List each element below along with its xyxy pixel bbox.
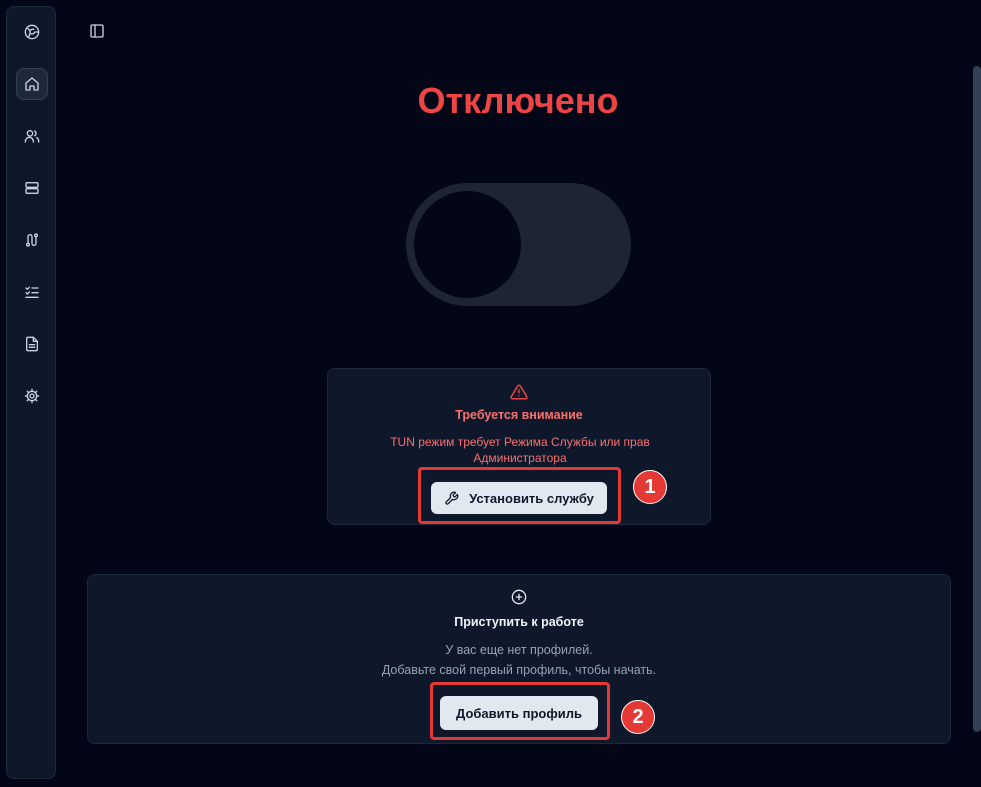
toggle-sidebar-button[interactable] xyxy=(86,20,108,42)
sidebar-item-users[interactable] xyxy=(16,120,48,152)
server-icon xyxy=(25,182,39,194)
highlight-box-2 xyxy=(430,682,610,740)
panel-left-icon xyxy=(90,24,104,38)
scrollbar[interactable] xyxy=(973,66,981,732)
sidebar-item-settings[interactable] xyxy=(16,380,48,412)
plus-circle-icon xyxy=(511,589,527,605)
connection-toggle[interactable] xyxy=(406,183,631,306)
highlight-box-1 xyxy=(418,467,621,524)
sidebar-item-routes[interactable] xyxy=(16,224,48,256)
attention-description: TUN режим требует Режима Службы или прав… xyxy=(390,435,650,465)
step-badge-1: 1 xyxy=(633,470,667,504)
sidebar xyxy=(6,6,56,779)
sidebar-item-home[interactable] xyxy=(16,68,48,100)
attention-title: Требуется внимание xyxy=(455,408,583,422)
route-icon xyxy=(26,233,38,247)
sidebar-item-servers[interactable] xyxy=(16,172,48,204)
step-badge-2: 2 xyxy=(621,700,655,734)
file-text-icon xyxy=(26,336,38,352)
getting-started-title: Приступить к работе xyxy=(454,615,584,629)
users-icon xyxy=(24,130,40,143)
sidebar-item-logs[interactable] xyxy=(16,328,48,360)
add-first-profile-text: Добавьте свой первый профиль, чтобы нача… xyxy=(381,663,657,677)
list-checks-icon xyxy=(25,286,39,298)
toggle-knob xyxy=(414,191,521,298)
settings-icon xyxy=(24,388,40,404)
connection-status-title: Отключено xyxy=(417,80,619,121)
sidebar-item-rules[interactable] xyxy=(16,276,48,308)
home-icon xyxy=(25,77,39,91)
app-logo-globe-icon[interactable] xyxy=(16,16,48,48)
alert-triangle-icon xyxy=(510,384,528,400)
no-profiles-text: У вас еще нет профилей. xyxy=(445,643,593,657)
